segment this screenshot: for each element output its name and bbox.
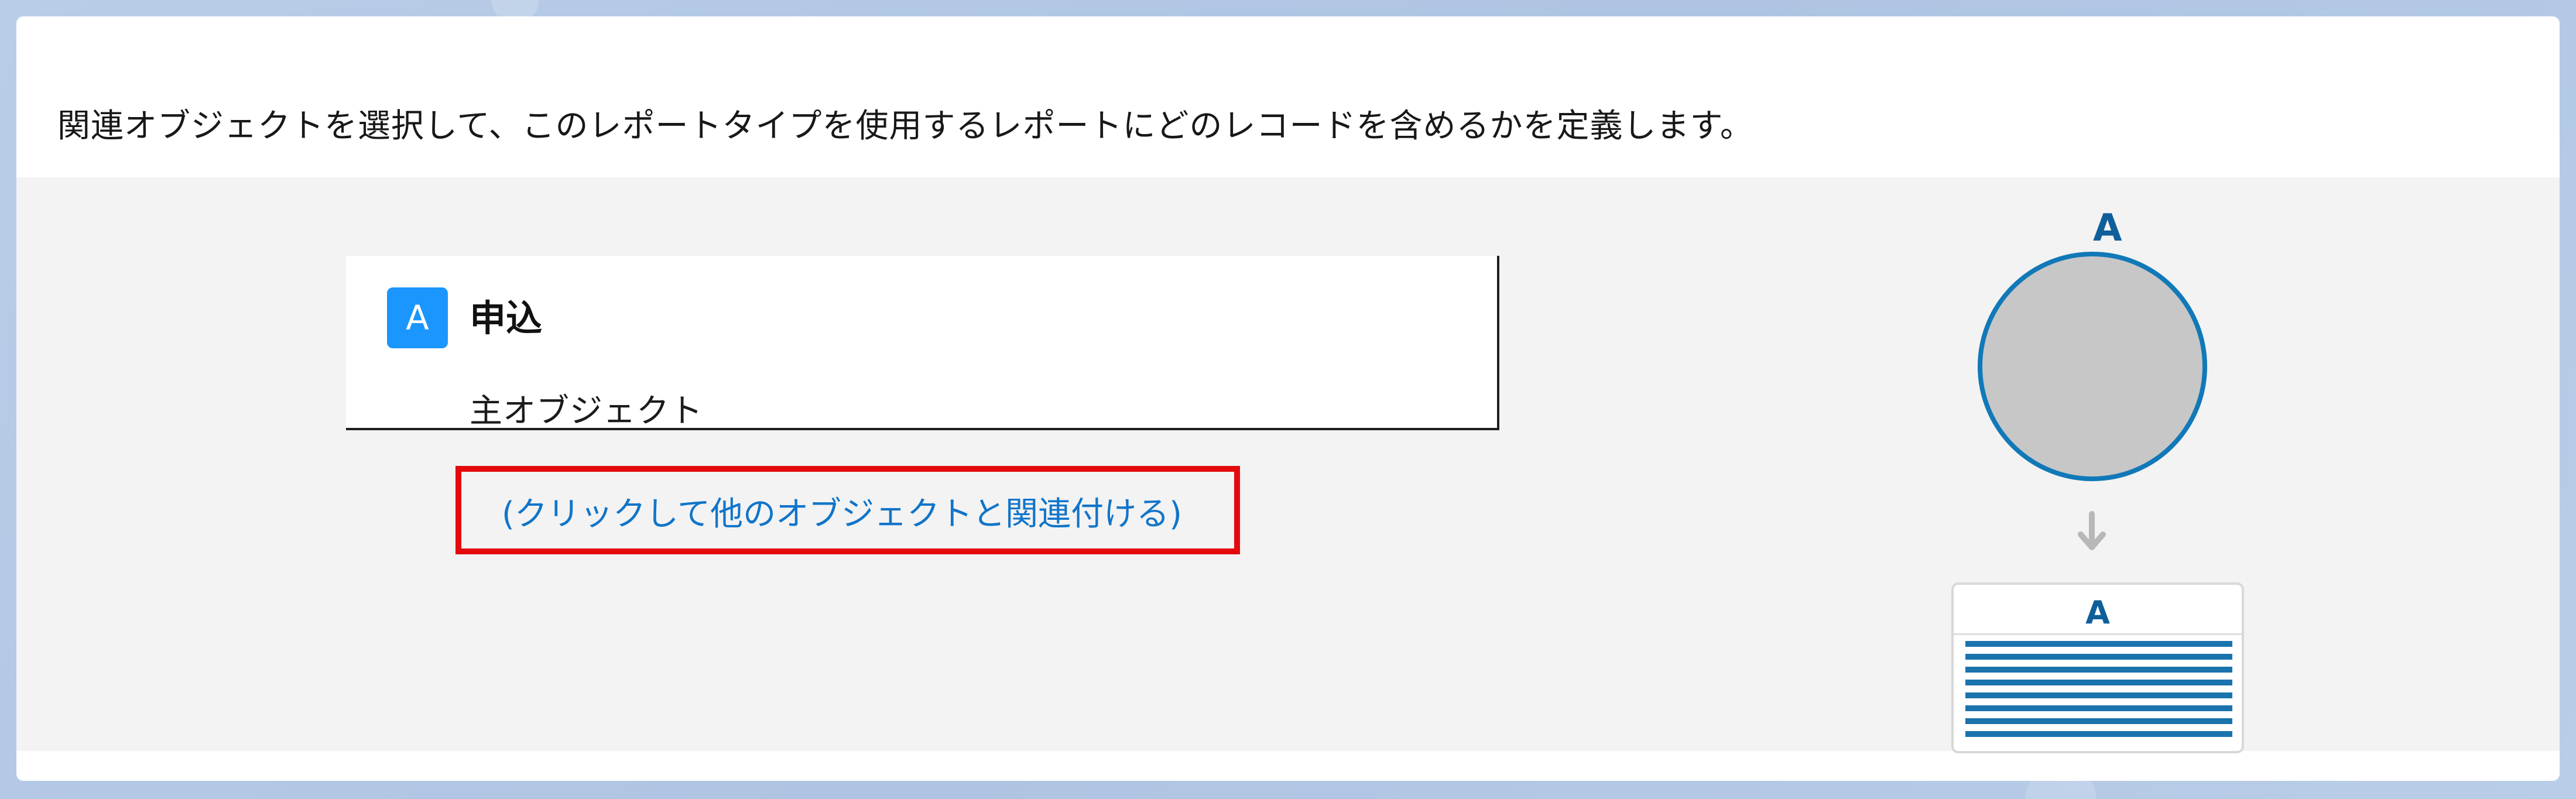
- circle-icon: [1978, 252, 2207, 481]
- relate-link-highlight: (クリックして他のオブジェクトと関連付ける): [455, 466, 1240, 554]
- table-label: A: [2085, 594, 2110, 631]
- table-line: [1965, 718, 2232, 724]
- table-line: [1965, 705, 2232, 711]
- table-icon: A: [1951, 582, 2244, 753]
- table-line: [1965, 667, 2232, 673]
- relationship-stage: A 申込 主オブジェクト (クリックして他のオブジェクトと関連付ける) A A: [16, 177, 2560, 753]
- table-divider: [1954, 633, 2242, 635]
- table-line: [1965, 641, 2232, 647]
- table-line: [1965, 654, 2232, 660]
- primary-object-card: A 申込 主オブジェクト: [346, 256, 1499, 430]
- object-subtitle: 主オブジェクト: [470, 392, 703, 430]
- arrow-down-icon: [2078, 511, 2106, 550]
- instruction-text: 関連オブジェクトを選択して、このレポートタイプを使用するレポートにどのレコードを…: [57, 107, 1753, 145]
- object-title: 申込: [470, 297, 543, 340]
- table-line: [1965, 680, 2232, 685]
- object-badge-a: A: [387, 287, 448, 348]
- relate-other-object-link[interactable]: (クリックして他のオブジェクトと関連付ける): [502, 488, 1182, 535]
- table-line: [1965, 692, 2232, 698]
- diagram-top-label: A: [2093, 207, 2122, 250]
- relationship-diagram: A A: [1931, 177, 2294, 753]
- report-type-panel: 関連オブジェクトを選択して、このレポートタイプを使用するレポートにどのレコードを…: [16, 16, 2560, 781]
- table-line: [1965, 731, 2232, 737]
